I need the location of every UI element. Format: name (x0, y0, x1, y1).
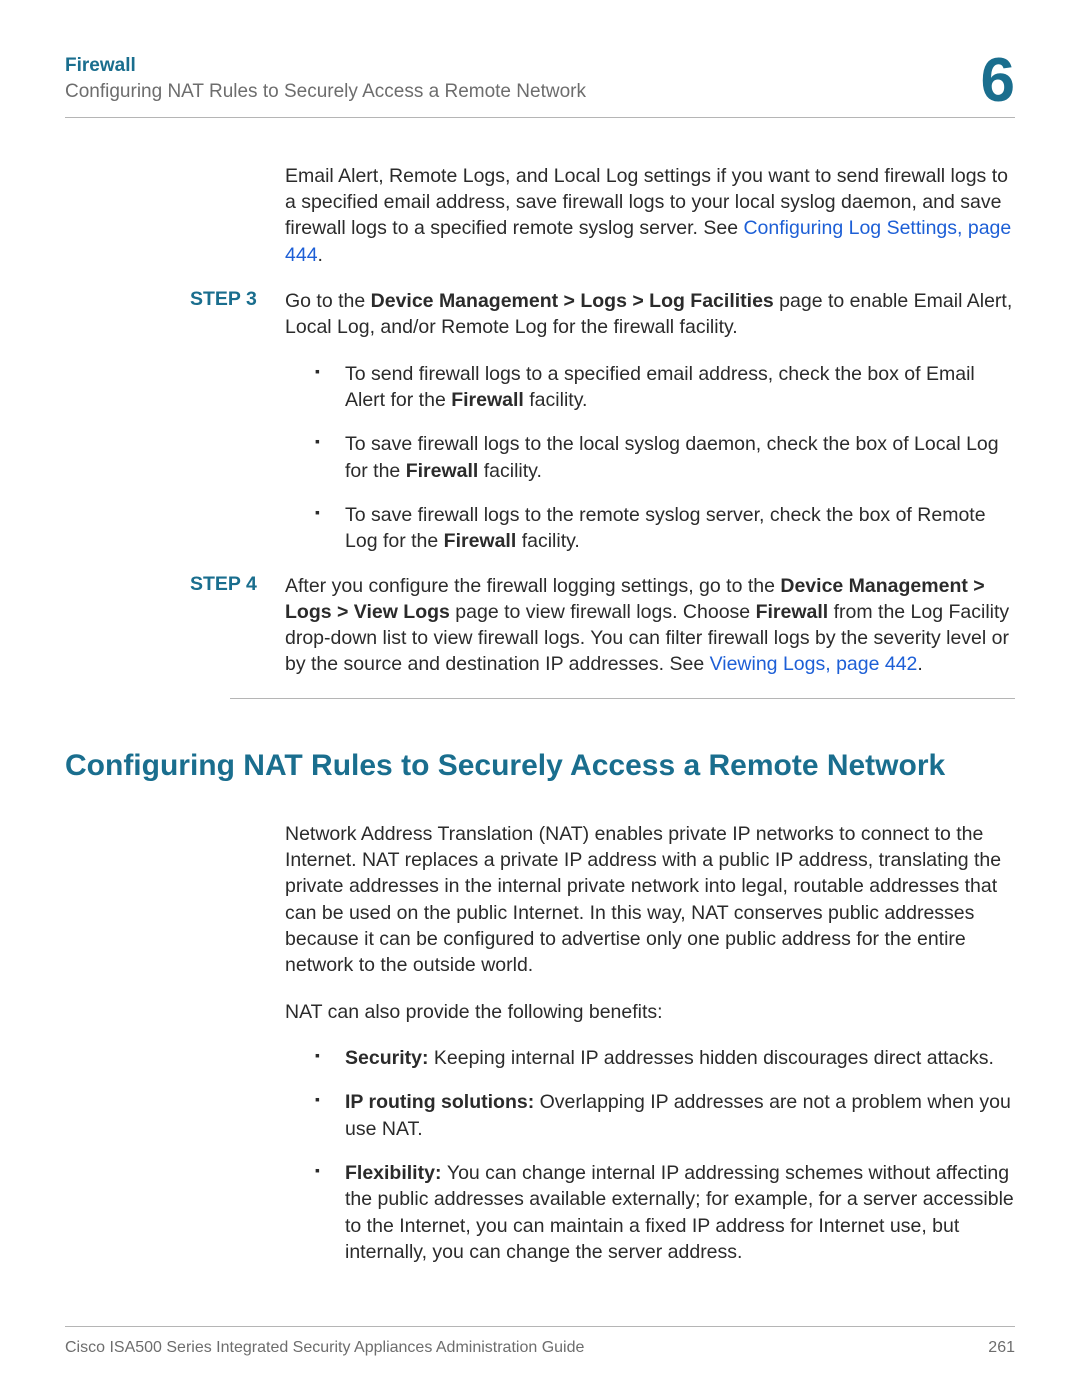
step3-bold: Device Management > Logs > Log Facilitie… (371, 290, 774, 312)
step-4-label: STEP 4 (190, 573, 270, 596)
nb2-bold: IP routing solutions: (345, 1091, 540, 1113)
step-3-body: Go to the Device Management > Logs > Log… (285, 288, 1015, 341)
s3b3-post: facility. (516, 530, 580, 552)
s3b2-bold: Firewall (406, 460, 479, 482)
viewing-logs-link[interactable]: Viewing Logs, page 442 (710, 653, 918, 675)
step-4-body: After you configure the firewall logging… (285, 573, 1015, 678)
page-footer: Cisco ISA500 Series Integrated Security … (65, 1326, 1015, 1357)
s3b3-bold: Firewall (444, 530, 517, 552)
footer-rule (65, 1326, 1015, 1327)
s4b2: Firewall (756, 601, 829, 623)
s3b2-post: facility. (478, 460, 542, 482)
step3-bullet-3: To save firewall logs to the remote sysl… (315, 502, 1015, 555)
step3-bullet-1: To send firewall logs to a specified ema… (315, 361, 1015, 414)
intro-paragraph: Email Alert, Remote Logs, and Local Log … (285, 163, 1015, 268)
s3b1-bold: Firewall (451, 389, 524, 411)
header-left: Firewall Configuring NAT Rules to Secure… (65, 55, 981, 103)
nat-bullet-2: IP routing solutions: Overlapping IP add… (315, 1089, 1015, 1142)
step-3-bullets: To send firewall logs to a specified ema… (315, 361, 1015, 555)
nb3-bold: Flexibility: (345, 1162, 447, 1184)
nat-bullet-1: Security: Keeping internal IP addresses … (315, 1045, 1015, 1071)
footer-guide-name: Cisco ISA500 Series Integrated Security … (65, 1339, 584, 1357)
header-rule (65, 117, 1015, 118)
s4t4: . (917, 653, 922, 675)
section-divider (230, 698, 1015, 699)
main-content: Email Alert, Remote Logs, and Local Log … (65, 163, 1015, 1265)
s4t1: After you configure the firewall logging… (285, 575, 780, 597)
page-header: Firewall Configuring NAT Rules to Secure… (65, 55, 1015, 109)
step3-pre: Go to the (285, 290, 371, 312)
step-4: STEP 4 After you configure the firewall … (230, 573, 1015, 678)
period: . (318, 244, 323, 266)
step-3-label: STEP 3 (190, 288, 270, 311)
s3b1-pre: To send firewall logs to a specified ema… (345, 363, 975, 411)
header-title: Firewall (65, 55, 981, 77)
nat-benefits-list: Security: Keeping internal IP addresses … (315, 1045, 1015, 1265)
step-3: STEP 3 Go to the Device Management > Log… (230, 288, 1015, 555)
nb1-bold: Security: (345, 1047, 434, 1069)
s4t2: page to view firewall logs. Choose (450, 601, 756, 623)
footer-page-number: 261 (988, 1339, 1015, 1357)
nb1-text: Keeping internal IP addresses hidden dis… (434, 1047, 994, 1069)
s3b1-post: facility. (524, 389, 588, 411)
chapter-number: 6 (981, 53, 1015, 109)
s3b3-pre: To save firewall logs to the remote sysl… (345, 504, 986, 552)
footer-row: Cisco ISA500 Series Integrated Security … (65, 1339, 1015, 1357)
header-subtitle: Configuring NAT Rules to Securely Access… (65, 81, 981, 103)
nat-bullet-3: Flexibility: You can change internal IP … (315, 1160, 1015, 1265)
nat-para-2: NAT can also provide the following benef… (285, 999, 1015, 1025)
step3-bullet-2: To save firewall logs to the local syslo… (315, 431, 1015, 484)
nat-para-1: Network Address Translation (NAT) enable… (285, 821, 1015, 979)
section-heading: Configuring NAT Rules to Securely Access… (65, 749, 1015, 783)
